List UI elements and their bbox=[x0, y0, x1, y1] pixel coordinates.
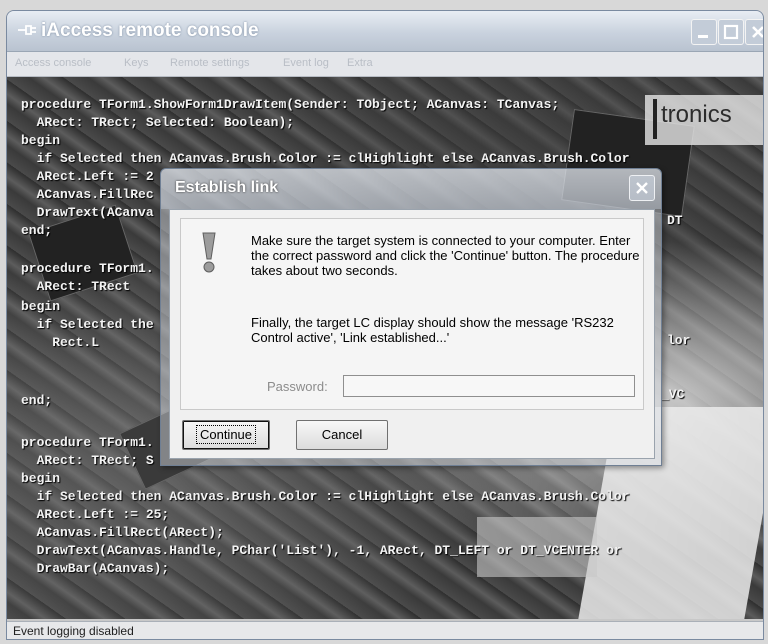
status-bar: Event logging disabled bbox=[7, 621, 763, 639]
menu-keys[interactable]: Keys bbox=[124, 57, 148, 69]
dialog-title: Establish link bbox=[175, 179, 279, 196]
code-line: DrawBar(ACanvas); bbox=[21, 561, 170, 576]
menu-bar: Access console Keys Remote settings Even… bbox=[7, 52, 763, 77]
message-text-2: Finally, the target LC display should sh… bbox=[251, 315, 614, 345]
continue-label: Continue bbox=[195, 425, 257, 444]
maximize-icon bbox=[723, 24, 739, 40]
message-panel: Make sure the target system is connected… bbox=[180, 218, 644, 410]
logo-text: tronics bbox=[661, 101, 732, 128]
continue-button[interactable]: Continue bbox=[182, 420, 270, 450]
maximize-button[interactable] bbox=[718, 19, 744, 45]
code-line: begin bbox=[21, 471, 61, 486]
code-fragment: DT bbox=[667, 213, 683, 228]
dialog-close-button[interactable] bbox=[629, 175, 655, 201]
minimize-button[interactable] bbox=[691, 19, 717, 45]
exclamation-icon bbox=[199, 231, 219, 275]
dialog-body: Make sure the target system is connected… bbox=[169, 209, 655, 459]
code-line: end; bbox=[21, 393, 53, 408]
title-bar[interactable]: iAccess remote console bbox=[7, 11, 763, 52]
cancel-button[interactable]: Cancel bbox=[296, 420, 388, 450]
code-line: if Selected then ACanvas.Brush.Color := … bbox=[21, 489, 630, 504]
menu-extra[interactable]: Extra bbox=[347, 57, 373, 69]
close-icon bbox=[636, 182, 648, 194]
code-line: ACanvas.FillRect(ARect); bbox=[21, 525, 224, 540]
minimize-icon bbox=[698, 35, 708, 38]
code-fragment: lor bbox=[667, 333, 691, 348]
code-line: Rect.L bbox=[21, 335, 100, 350]
code-line: if Selected the bbox=[21, 317, 154, 332]
code-line: ACanvas.FillRec bbox=[21, 187, 154, 202]
status-text: Event logging disabled bbox=[13, 624, 134, 638]
close-button[interactable] bbox=[745, 19, 763, 45]
code-line: ARect: TRect; Selected: Boolean); bbox=[21, 115, 295, 130]
dialog-title-bar[interactable]: Establish link bbox=[161, 169, 661, 209]
itronics-logo: tronics bbox=[645, 95, 763, 145]
close-icon bbox=[752, 26, 763, 38]
code-line: DrawText(ACanva bbox=[21, 205, 154, 220]
code-line: ARect.Left := 25; bbox=[21, 507, 170, 522]
code-line: procedure TForm1. bbox=[21, 435, 154, 450]
code-line: procedure TForm1. bbox=[21, 261, 154, 276]
password-label: Password: bbox=[267, 379, 328, 394]
message-text-1: Make sure the target system is connected… bbox=[251, 233, 640, 278]
plug-icon bbox=[17, 23, 37, 37]
code-line: begin bbox=[21, 299, 61, 314]
window-title: iAccess remote console bbox=[41, 20, 259, 41]
code-fragment: _VC bbox=[661, 387, 685, 402]
establish-link-dialog: Establish link Make sure the target syst… bbox=[160, 168, 662, 466]
logo-mark bbox=[653, 99, 657, 139]
code-line: if Selected then ACanvas.Brush.Color := … bbox=[21, 151, 630, 166]
menu-remote-settings[interactable]: Remote settings bbox=[170, 57, 249, 69]
code-line: DrawText(ACanvas.Handle, PChar('List'), … bbox=[21, 543, 622, 558]
menu-access-console[interactable]: Access console bbox=[15, 57, 91, 69]
code-line: ARect.Left := 2 bbox=[21, 169, 154, 184]
code-line: ARect: TRect; S bbox=[21, 453, 154, 468]
code-line: end; bbox=[21, 223, 53, 238]
password-input[interactable] bbox=[343, 375, 635, 397]
code-line: ARect: TRect bbox=[21, 279, 131, 294]
code-line: procedure TForm1.ShowForm1DrawItem(Sende… bbox=[21, 97, 560, 112]
code-line: begin bbox=[21, 133, 61, 148]
menu-event-log[interactable]: Event log bbox=[283, 57, 329, 69]
